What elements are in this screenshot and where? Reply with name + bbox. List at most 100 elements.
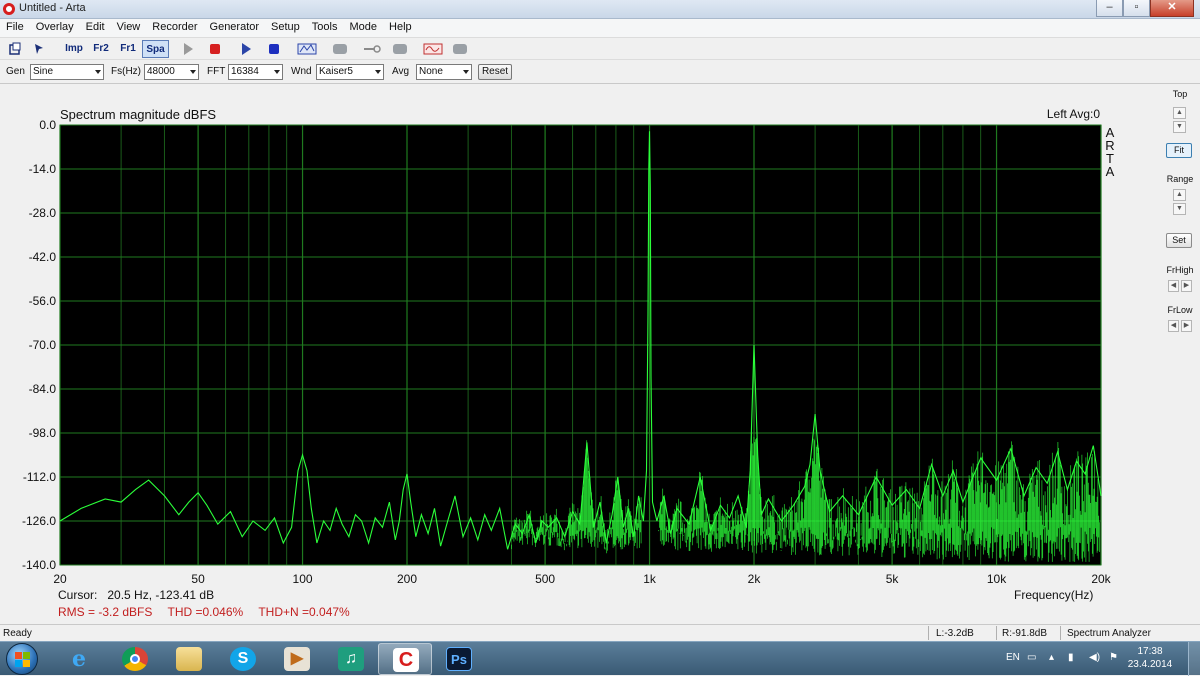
cursor-label: Cursor: bbox=[58, 588, 98, 602]
language-indicator[interactable]: EN bbox=[1006, 652, 1020, 663]
frhigh-label: FrHigh bbox=[1166, 265, 1194, 275]
taskbar-chrome[interactable] bbox=[108, 643, 162, 675]
status-bar: Ready L:-3.2dB R:-91.8dB Spectrum Analyz… bbox=[0, 624, 1200, 641]
volume-icon[interactable]: ◀) bbox=[1089, 652, 1100, 663]
x-axis-label: Frequency(Hz) bbox=[1014, 588, 1094, 602]
avg-value: None bbox=[419, 66, 443, 77]
generator-play-icon[interactable] bbox=[238, 40, 254, 58]
fft-label: FFT bbox=[207, 66, 226, 77]
taskbar-internet-explorer[interactable]: e bbox=[52, 643, 106, 675]
windows-logo-icon bbox=[15, 652, 30, 667]
menu-bar: File Overlay Edit View Recorder Generato… bbox=[0, 19, 1200, 37]
start-button[interactable] bbox=[6, 643, 38, 675]
settings-tool-icon[interactable] bbox=[450, 40, 470, 58]
arta-window: Untitled - Arta – ▫ ✕ File Overlay Edit … bbox=[0, 0, 1200, 676]
photoshop-icon: Ps bbox=[446, 647, 472, 671]
menu-view[interactable]: View bbox=[111, 19, 147, 37]
chrome-icon bbox=[122, 647, 148, 671]
avg-select[interactable]: None bbox=[416, 64, 472, 80]
gen-value: Sine bbox=[33, 66, 54, 77]
cursor-icon[interactable] bbox=[30, 40, 48, 58]
y-tick-label: -42.0 bbox=[29, 250, 57, 264]
menu-setup[interactable]: Setup bbox=[265, 19, 306, 37]
reset-button[interactable]: Reset bbox=[478, 64, 512, 80]
signal-meter-icon[interactable] bbox=[296, 40, 318, 58]
arta-icon: C bbox=[393, 648, 419, 672]
spa-mode-button[interactable]: Spa bbox=[142, 40, 169, 58]
frhigh-left-arrow-icon[interactable]: ◀ bbox=[1168, 280, 1179, 292]
menu-overlay[interactable]: Overlay bbox=[30, 19, 80, 37]
wnd-select[interactable]: Kaiser5 bbox=[316, 64, 384, 80]
thd-value: THD =0.046% bbox=[167, 605, 244, 619]
spectrum-chart[interactable]: 0.0 -14.0 -28.0 -42.0 -56.0 -70.0 -84.0 -98.0 -1… bbox=[0, 85, 1160, 623]
y-tick-label: -140.0 bbox=[22, 558, 56, 572]
menu-recorder[interactable]: Recorder bbox=[146, 19, 203, 37]
frlow-left-arrow-icon[interactable]: ◀ bbox=[1168, 320, 1179, 332]
wnd-value: Kaiser5 bbox=[319, 66, 353, 77]
rms-value: RMS = -3.2 dBFS bbox=[58, 605, 153, 619]
top-up-arrow-icon[interactable]: ▲ bbox=[1173, 107, 1186, 119]
show-desktop-button[interactable] bbox=[1188, 642, 1200, 676]
menu-help[interactable]: Help bbox=[383, 19, 418, 37]
taskbar-arta[interactable]: C bbox=[378, 643, 432, 675]
disabled-tool-icon[interactable] bbox=[330, 40, 350, 58]
stop-record-icon[interactable] bbox=[207, 40, 223, 58]
gen-label: Gen bbox=[6, 66, 25, 77]
toolbar: Imp Fr2 Fr1 Spa bbox=[0, 37, 1200, 60]
imp-mode-button[interactable]: Imp bbox=[62, 40, 86, 58]
fft-select[interactable]: 16384 bbox=[228, 64, 283, 80]
range-up-arrow-icon[interactable]: ▲ bbox=[1173, 189, 1186, 201]
x-tick-label: 10k bbox=[987, 572, 1007, 586]
scope-icon[interactable] bbox=[422, 40, 444, 58]
taskbar-music-player[interactable]: ♫ bbox=[324, 643, 378, 675]
top-down-arrow-icon[interactable]: ▼ bbox=[1173, 121, 1186, 133]
chevron-down-icon bbox=[190, 70, 196, 74]
fr1-mode-button[interactable]: Fr1 bbox=[116, 40, 140, 58]
arta-app-icon[interactable] bbox=[3, 3, 15, 15]
taskbar-media-player[interactable]: ▶ bbox=[270, 643, 324, 675]
fit-button[interactable]: Fit bbox=[1166, 143, 1192, 158]
menu-tools[interactable]: Tools bbox=[306, 19, 344, 37]
skype-icon: S bbox=[230, 647, 256, 671]
open-file-icon[interactable] bbox=[6, 40, 24, 58]
y-tick-label: -84.0 bbox=[29, 382, 57, 396]
clock-time: 17:38 bbox=[1137, 646, 1163, 657]
taskbar: e S ▶ ♫ C Ps EN ▭ ▴ ▮ ◀) ⚑ 17:38 23.4.20 bbox=[0, 641, 1200, 676]
y-tick-label: 0.0 bbox=[39, 118, 56, 132]
network-icon[interactable]: ▮ bbox=[1068, 652, 1074, 663]
play-icon[interactable] bbox=[180, 40, 196, 58]
minimize-button[interactable]: – bbox=[1096, 0, 1123, 17]
menu-generator[interactable]: Generator bbox=[204, 19, 266, 37]
top-label: Top bbox=[1172, 89, 1188, 99]
range-down-arrow-icon[interactable]: ▼ bbox=[1173, 203, 1186, 215]
gen-select[interactable]: Sine bbox=[30, 64, 104, 80]
taskbar-file-explorer[interactable] bbox=[162, 643, 216, 675]
tray-expand-icon[interactable]: ▴ bbox=[1049, 652, 1054, 663]
record-tool-icon[interactable] bbox=[390, 40, 410, 58]
generator-stop-icon[interactable] bbox=[266, 40, 282, 58]
action-center-icon[interactable]: ⚑ bbox=[1109, 652, 1118, 663]
y-tick-label: -126.0 bbox=[22, 514, 56, 528]
link-icon[interactable] bbox=[362, 40, 382, 58]
maximize-button[interactable]: ▫ bbox=[1123, 0, 1150, 17]
chevron-down-icon bbox=[375, 70, 381, 74]
x-tick-label: 20k bbox=[1091, 572, 1111, 586]
cursor-readout: Cursor: 20.5 Hz, -123.41 dB bbox=[58, 588, 214, 602]
taskbar-photoshop[interactable]: Ps bbox=[432, 643, 486, 675]
menu-mode[interactable]: Mode bbox=[343, 19, 383, 37]
avg-label: Avg bbox=[392, 66, 410, 77]
left-level: L:-3.2dB bbox=[936, 628, 974, 639]
system-clock[interactable]: 17:38 23.4.2014 bbox=[1122, 645, 1178, 671]
taskbar-skype[interactable]: S bbox=[216, 643, 270, 675]
frlow-right-arrow-icon[interactable]: ▶ bbox=[1181, 320, 1192, 332]
analyzer-mode: Spectrum Analyzer bbox=[1067, 628, 1151, 639]
set-button[interactable]: Set bbox=[1166, 233, 1192, 248]
fr2-mode-button[interactable]: Fr2 bbox=[89, 40, 113, 58]
frhigh-right-arrow-icon[interactable]: ▶ bbox=[1181, 280, 1192, 292]
keyboard-icon[interactable]: ▭ bbox=[1027, 652, 1036, 663]
close-button[interactable]: ✕ bbox=[1150, 0, 1194, 17]
fs-select[interactable]: 48000 bbox=[144, 64, 199, 80]
menu-edit[interactable]: Edit bbox=[80, 19, 111, 37]
menu-file[interactable]: File bbox=[0, 19, 30, 37]
thdn-value: THD+N =0.047% bbox=[258, 605, 350, 619]
